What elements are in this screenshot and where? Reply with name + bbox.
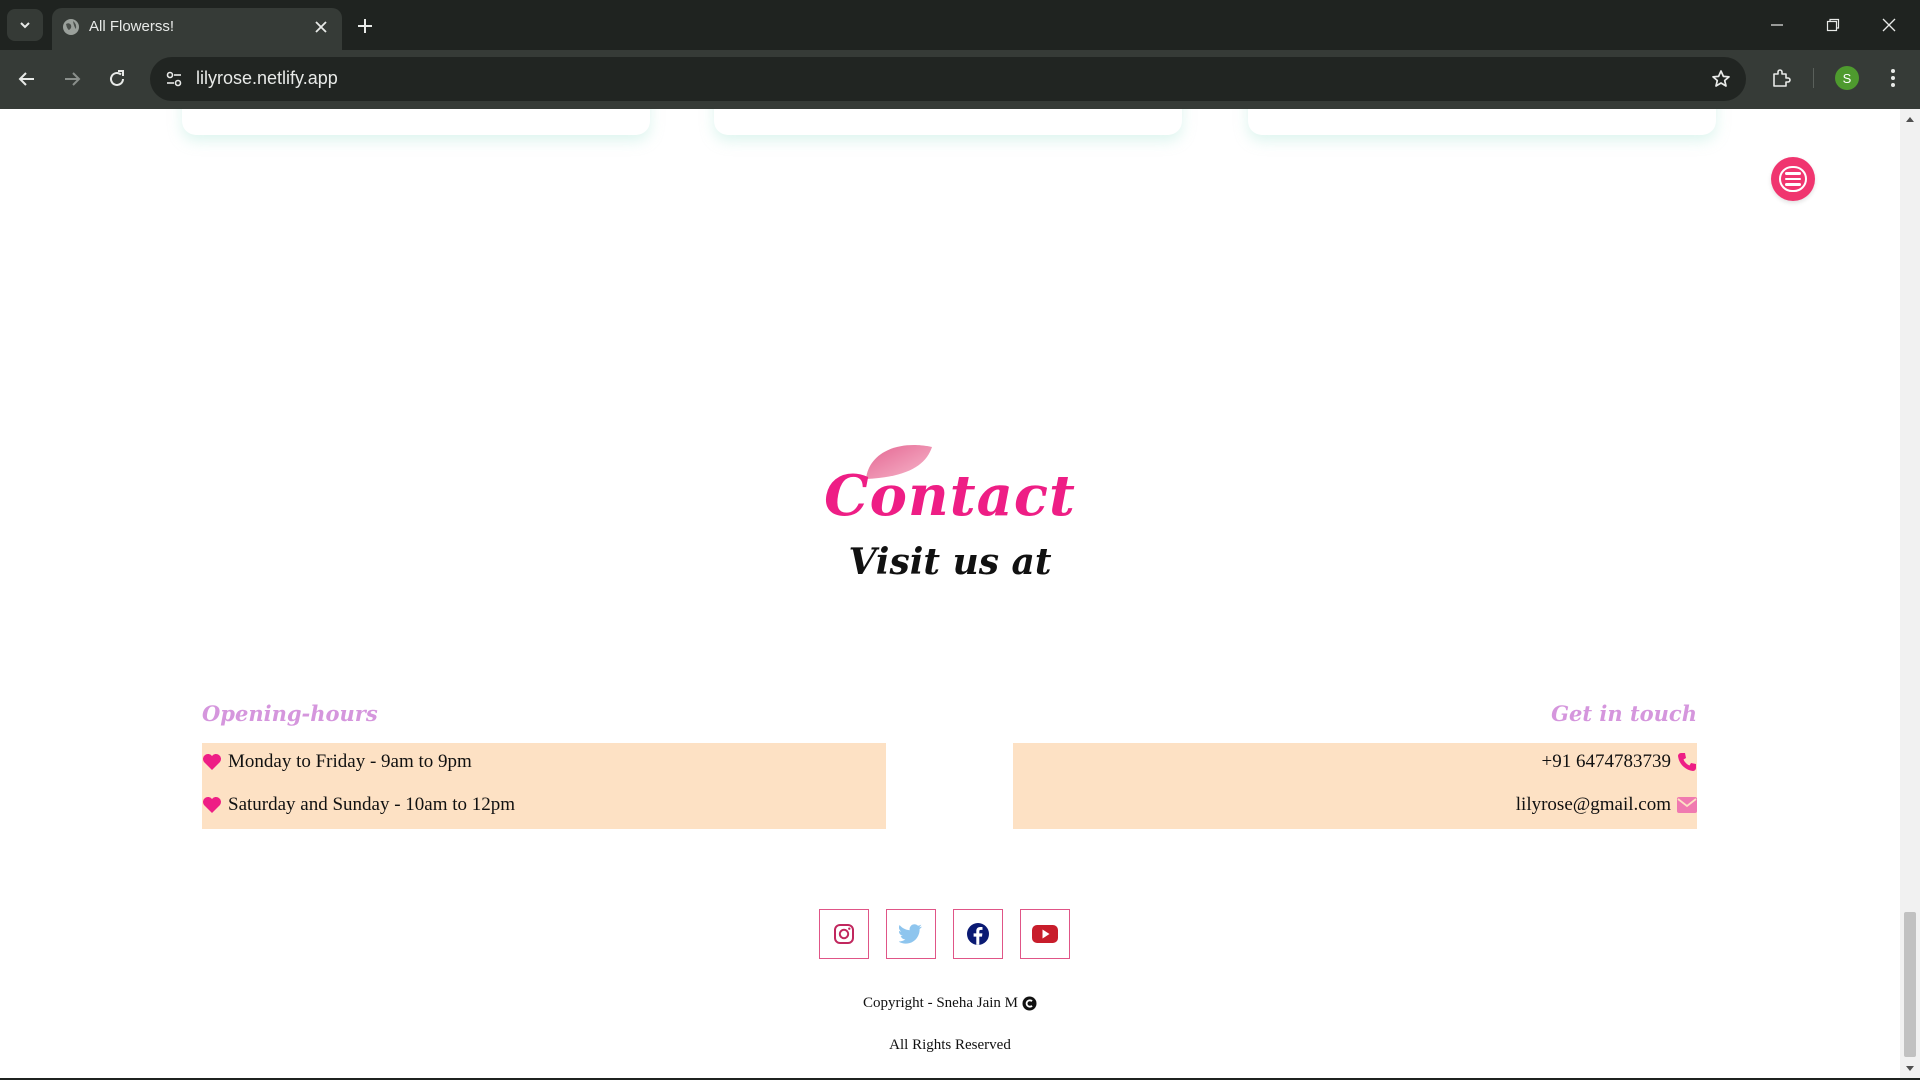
heart-icon — [202, 795, 222, 815]
social-links — [819, 909, 1070, 961]
caret-up-icon — [1906, 117, 1914, 122]
get-in-touch-box: +91 6474783739 lilyrose@gmail.com — [1013, 743, 1697, 829]
list-item: +91 6474783739 — [1542, 751, 1697, 773]
restore-button[interactable] — [1810, 10, 1856, 40]
close-window-button[interactable] — [1866, 10, 1912, 40]
facebook-icon — [967, 923, 989, 945]
instagram-icon — [834, 924, 854, 944]
copyright-text: Copyright - Sneha Jain M — [863, 995, 1018, 1011]
close-icon[interactable] — [312, 18, 330, 36]
minimize-button[interactable] — [1754, 10, 1800, 40]
previous-card — [714, 109, 1182, 135]
site-settings-button[interactable] — [160, 65, 188, 93]
globe-icon — [63, 19, 79, 35]
close-window-icon — [1882, 18, 1896, 32]
scroll-up-button[interactable] — [1900, 109, 1920, 129]
weekend-hours: Saturday and Sunday - 10am to 12pm — [228, 794, 516, 815]
new-tab-button[interactable] — [352, 13, 378, 39]
forward-button[interactable] — [56, 63, 88, 95]
get-in-touch-heading: Get in touch — [1551, 701, 1697, 726]
envelope-icon — [1677, 795, 1697, 815]
extensions-icon — [1773, 69, 1791, 87]
tab-search-icon — [20, 22, 30, 29]
visit-us-subheading: Visit us at — [848, 541, 1052, 583]
facebook-link[interactable] — [953, 909, 1003, 959]
browser-titlebar: All Flowerss! — [0, 0, 1920, 50]
browser-menu-button[interactable] — [1880, 64, 1906, 92]
browser-tab[interactable]: All Flowerss! — [52, 8, 342, 50]
opening-hours-box: Monday to Friday - 9am to 9pm Saturday a… — [202, 743, 886, 829]
restore-icon — [1826, 18, 1840, 32]
menu-toggle-button[interactable] — [1771, 157, 1815, 201]
instagram-link[interactable] — [819, 909, 869, 959]
caret-down-icon — [1906, 1066, 1914, 1071]
extensions-button[interactable] — [1766, 63, 1796, 93]
more-vert-icon — [1891, 69, 1895, 87]
twitter-link[interactable] — [886, 909, 936, 959]
reload-button[interactable] — [101, 63, 133, 95]
url-text[interactable]: lilyrose.netlify.app — [196, 68, 338, 89]
browser-toolbar: lilyrose.netlify.app — [0, 50, 1920, 109]
star-icon — [1712, 70, 1730, 87]
bookmark-button[interactable] — [1708, 66, 1734, 92]
back-button[interactable] — [11, 63, 43, 95]
scroll-thumb[interactable] — [1904, 912, 1916, 1057]
minimize-icon — [1771, 24, 1783, 26]
phone-icon — [1677, 752, 1697, 772]
opening-hours-heading: Opening-hours — [202, 701, 378, 726]
heart-icon — [202, 752, 222, 772]
copyright-line: Copyright - Sneha Jain M — [0, 995, 1900, 1012]
previous-card — [1248, 109, 1716, 135]
phone-number[interactable]: +91 6474783739 — [1542, 751, 1671, 773]
scroll-down-button[interactable] — [1900, 1059, 1920, 1079]
contact-heading: Contact — [824, 463, 1076, 529]
plus-icon — [358, 19, 372, 33]
hamburger-icon — [1779, 166, 1807, 192]
profile-avatar[interactable]: S — [1835, 66, 1859, 90]
weekday-hours: Monday to Friday - 9am to 9pm — [228, 751, 472, 772]
list-item: Saturday and Sunday - 10am to 12pm — [202, 794, 515, 816]
reload-icon — [110, 70, 124, 86]
tab-search-button[interactable] — [7, 9, 43, 41]
site-settings-icon — [166, 71, 182, 87]
forward-icon — [65, 72, 81, 86]
rights-reserved-text: All Rights Reserved — [889, 1037, 1011, 1053]
youtube-link[interactable] — [1020, 909, 1070, 959]
list-item: Monday to Friday - 9am to 9pm — [202, 751, 472, 773]
email-address[interactable]: lilyrose@gmail.com — [1516, 794, 1671, 816]
page-viewport: Contact Visit us at Opening-hours Get in… — [0, 109, 1900, 1079]
previous-card — [182, 109, 650, 135]
youtube-icon — [1032, 925, 1058, 943]
address-bar[interactable]: lilyrose.netlify.app — [150, 57, 1746, 101]
tab-title: All Flowerss! — [89, 18, 175, 35]
toolbar-separator — [1813, 68, 1814, 88]
copyright-icon — [1022, 996, 1037, 1011]
twitter-icon — [899, 924, 922, 944]
page-scrollbar[interactable] — [1900, 109, 1920, 1079]
back-icon — [18, 72, 34, 86]
list-item: lilyrose@gmail.com — [1516, 794, 1697, 816]
